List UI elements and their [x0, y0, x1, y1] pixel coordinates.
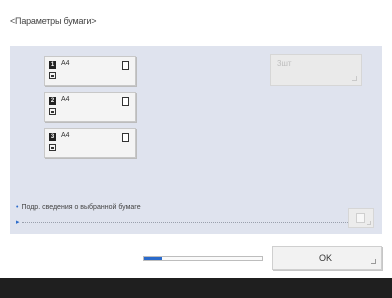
corner-mark-icon — [371, 259, 376, 264]
expand-arrow-icon[interactable]: ▸ — [16, 218, 20, 226]
slot-paper-size: A4 — [61, 96, 70, 103]
bullet-icon: • — [16, 204, 19, 211]
paper-tray-icon — [49, 108, 56, 115]
corner-mark-icon — [352, 76, 357, 81]
document-settings-icon — [356, 213, 365, 223]
slot-number-badge: 1 — [49, 61, 56, 69]
corner-mark-icon — [367, 221, 371, 225]
paper-details-button[interactable] — [348, 208, 374, 228]
paper-settings-panel: 1 A4 2 A4 3 A4 3шт • Подр. сведения о выб… — [10, 46, 382, 234]
slot-number-badge: 2 — [49, 97, 56, 105]
paper-slot-2[interactable]: 2 A4 — [44, 92, 136, 122]
slot-paper-size: A4 — [61, 132, 70, 139]
paper-tray-icon — [49, 72, 56, 79]
quantity-label: 3шт — [277, 59, 292, 68]
progress-bar — [143, 256, 263, 261]
paper-slot-1[interactable]: 1 A4 — [44, 56, 136, 86]
paper-orientation-icon — [122, 61, 129, 70]
paper-orientation-icon — [122, 133, 129, 142]
paper-slot-3[interactable]: 3 A4 — [44, 128, 136, 158]
paper-details-text: Подр. сведения о выбранной бумаге — [21, 204, 141, 211]
paper-details-info: • Подр. сведения о выбранной бумаге — [16, 204, 141, 211]
quantity-button[interactable]: 3шт — [270, 54, 362, 86]
dotted-divider — [22, 222, 352, 223]
page-title: <Параметры бумаги> — [10, 16, 97, 26]
paper-orientation-icon — [122, 97, 129, 106]
paper-tray-icon — [49, 144, 56, 151]
ok-button[interactable]: OK — [272, 246, 382, 270]
progress-fill — [144, 257, 162, 260]
slot-paper-size: A4 — [61, 60, 70, 67]
ok-button-label: OK — [319, 253, 333, 263]
slot-number-badge: 3 — [49, 133, 56, 141]
footer-bar — [0, 278, 392, 298]
